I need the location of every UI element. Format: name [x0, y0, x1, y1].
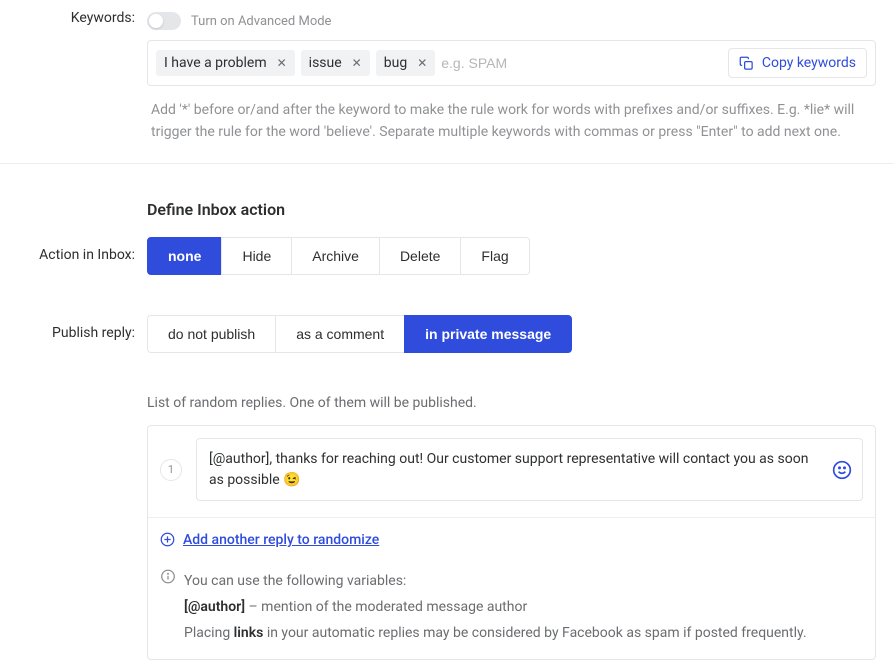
- copy-keywords-label: Copy keywords: [762, 55, 856, 71]
- keyword-tag: bug ✕: [376, 50, 436, 76]
- keyword-tag: I have a problem ✕: [156, 50, 295, 76]
- copy-icon: [739, 56, 754, 71]
- inner-divider: [148, 517, 875, 518]
- inbox-action-option-Hide[interactable]: Hide: [221, 237, 292, 275]
- inbox-action-option-Archive[interactable]: Archive: [291, 237, 380, 275]
- replies-box: 1 [@author], thanks for reaching out! Our…: [147, 425, 876, 660]
- info-icon: [160, 569, 176, 584]
- keywords-input[interactable]: [441, 55, 720, 71]
- toggle-knob: [149, 14, 163, 28]
- keywords-input-wrap: I have a problem ✕ issue ✕ bug ✕ Copy keyword…: [147, 40, 876, 86]
- info-author-line: [@author] – mention of the moderated mes…: [184, 595, 807, 621]
- keywords-hint: Add '*' before or/and after the keyword …: [147, 86, 876, 163]
- keyword-tag-text: bug: [384, 55, 407, 71]
- keyword-tags: I have a problem ✕ issue ✕ bug ✕: [156, 50, 720, 76]
- publish-reply-option-in-private-message[interactable]: in private message: [404, 315, 572, 353]
- remove-tag-icon[interactable]: ✕: [352, 57, 362, 69]
- inbox-action-segmented: noneHideArchiveDeleteFlag: [147, 237, 876, 275]
- info-links-line: Placing links in your automatic replies …: [184, 621, 807, 647]
- inbox-action-option-none[interactable]: none: [147, 237, 222, 275]
- keyword-tag: issue ✕: [301, 50, 370, 76]
- reply-text-input[interactable]: [@author], thanks for reaching out! Our …: [196, 438, 863, 501]
- advanced-mode-label: Turn on Advanced Mode: [191, 14, 331, 29]
- copy-keywords-button[interactable]: Copy keywords: [728, 48, 867, 78]
- info-variables-line: You can use the following variables:: [184, 569, 807, 595]
- reply-row: 1 [@author], thanks for reaching out! Our…: [160, 438, 863, 501]
- remove-tag-icon[interactable]: ✕: [277, 57, 287, 69]
- reply-number: 1: [160, 459, 182, 481]
- keyword-tag-text: issue: [309, 55, 342, 71]
- add-reply-link[interactable]: Add another reply to randomize: [160, 532, 379, 548]
- inbox-action-option-Flag[interactable]: Flag: [460, 237, 529, 275]
- publish-reply-option-as-a-comment[interactable]: as a comment: [275, 315, 405, 353]
- define-inbox-action-title: Define Inbox action: [147, 200, 876, 219]
- remove-tag-icon[interactable]: ✕: [417, 57, 427, 69]
- action-in-inbox-label: Action in Inbox:: [18, 237, 147, 263]
- add-reply-label: Add another reply to randomize: [183, 532, 379, 548]
- keywords-label: Keywords:: [18, 10, 147, 26]
- plus-circle-icon: [160, 532, 175, 547]
- keyword-tag-text: I have a problem: [164, 55, 267, 71]
- keywords-section: Keywords: Turn on Advanced Mode I have a…: [0, 0, 894, 163]
- emoji-picker-icon[interactable]: [832, 460, 852, 480]
- publish-reply-label: Publish reply:: [18, 315, 147, 341]
- publish-reply-option-do-not-publish[interactable]: do not publish: [147, 315, 276, 353]
- reply-text: [@author], thanks for reaching out! Our …: [209, 451, 808, 487]
- reply-info-block: You can use the following variables: [@a…: [160, 551, 863, 647]
- inbox-action-option-Delete[interactable]: Delete: [379, 237, 461, 275]
- advanced-mode-toggle[interactable]: [147, 12, 181, 30]
- publish-reply-row: Publish reply: do not publishas a commen…: [18, 315, 876, 353]
- action-in-inbox-row: Action in Inbox: noneHideArchiveDeleteFl…: [18, 237, 876, 275]
- publish-reply-segmented: do not publishas a commentin private mes…: [147, 315, 876, 353]
- replies-intro: List of random replies. One of them will…: [147, 391, 876, 425]
